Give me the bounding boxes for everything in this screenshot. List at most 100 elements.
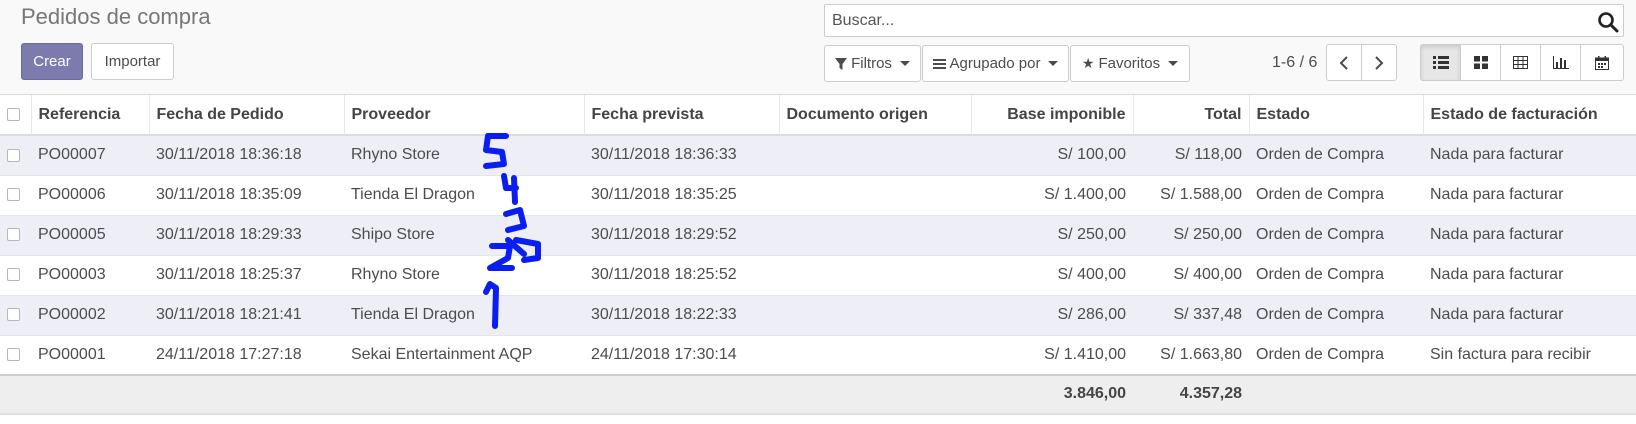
table-cell: Orden de Compra: [1249, 175, 1423, 216]
row-checkbox[interactable]: [7, 268, 20, 282]
table-row[interactable]: PO00007 30/11/2018 18:36:18 Rhyno Store 30/…: [0, 135, 1636, 176]
row-checkbox[interactable]: [7, 228, 20, 242]
row-checkbox[interactable]: [7, 348, 20, 362]
create-button[interactable]: Crear: [21, 43, 83, 80]
row-checkbox[interactable]: [7, 308, 20, 322]
column-header[interactable]: Fecha prevista: [584, 95, 780, 136]
pager-previous-button[interactable]: [1326, 44, 1362, 81]
table-cell: Tienda El Dragon: [344, 175, 584, 216]
group-by-button[interactable]: Agrupado por: [922, 45, 1069, 82]
table-cell: Orden de Compra: [1249, 335, 1423, 376]
table-row[interactable]: PO00001 24/11/2018 17:27:18 Sekai Entertai…: [0, 335, 1636, 376]
table-row[interactable]: PO00006 30/11/2018 18:35:09 Tienda El Drag…: [0, 175, 1636, 216]
table-footer-row: 3.846,00 4.357,28: [0, 374, 1636, 414]
table-cell: Rhyno Store: [344, 135, 584, 176]
column-header[interactable]: Estado: [1249, 95, 1424, 136]
table-cell: S/ 400,00: [1133, 255, 1249, 296]
total-amount: 4.357,28: [1133, 374, 1249, 414]
row-checkbox[interactable]: [7, 188, 20, 202]
page-title: Pedidos de compra: [21, 4, 211, 29]
table-cell: Nada para facturar: [1423, 135, 1636, 176]
row-select-cell[interactable]: [0, 335, 31, 376]
search-box[interactable]: [824, 4, 1624, 37]
search-input[interactable]: [825, 5, 1585, 36]
table-cell: S/ 118,00: [1133, 135, 1249, 176]
table-cell: Orden de Compra: [1249, 135, 1423, 176]
table-cell: 30/11/2018 18:35:09: [149, 175, 344, 216]
table-cell: Sekai Entertainment AQP: [344, 335, 584, 376]
table-cell: [779, 135, 971, 176]
table-cell: S/ 286,00: [971, 295, 1133, 336]
table-row[interactable]: PO00002 30/11/2018 18:21:41 Tienda El Drag…: [0, 295, 1636, 336]
row-select-cell[interactable]: [0, 255, 31, 296]
table-cell: 30/11/2018 18:22:33: [584, 295, 779, 336]
table-cell: 30/11/2018 18:25:52: [584, 255, 779, 296]
table-cell: PO00006: [31, 175, 149, 216]
pivot-view-button[interactable]: [1500, 44, 1541, 81]
table-cell: S/ 100,00: [971, 135, 1133, 176]
column-header[interactable]: Total: [1133, 95, 1250, 136]
table-cell: Nada para facturar: [1423, 255, 1636, 296]
chevron-right-icon: [1375, 55, 1384, 70]
table-icon: [1513, 56, 1528, 69]
group-by-label: Agrupado por: [949, 55, 1041, 72]
bottom-divider: [0, 414, 1636, 424]
row-select-cell[interactable]: [0, 215, 31, 256]
table-header-row: Referencia Fecha de Pedido Proveedor Fec…: [0, 95, 1636, 136]
pager-value: 1-6 / 6: [1272, 54, 1318, 71]
graph-view-button[interactable]: [1540, 44, 1581, 81]
column-header[interactable]: Base imponible: [971, 95, 1134, 136]
table-cell: S/ 1.588,00: [1133, 175, 1249, 216]
table-cell: 30/11/2018 18:35:25: [584, 175, 779, 216]
column-header[interactable]: Proveedor: [344, 95, 585, 136]
row-checkbox[interactable]: [7, 148, 20, 162]
table-cell: Sin factura para recibir: [1423, 335, 1636, 376]
column-header[interactable]: Estado de facturación: [1423, 95, 1636, 136]
filters-label: Filtros: [851, 55, 892, 72]
table-row[interactable]: PO00003 30/11/2018 18:25:37 Rhyno Store 30/…: [0, 255, 1636, 296]
table-cell: S/ 1.400,00: [971, 175, 1133, 216]
table-cell: Nada para facturar: [1423, 295, 1636, 336]
filters-button[interactable]: Filtros: [824, 45, 921, 82]
star-icon: ★: [1081, 55, 1095, 71]
table-cell: S/ 337,48: [1133, 295, 1249, 336]
table-cell: [779, 175, 971, 216]
caret-down-icon: [899, 61, 910, 66]
table-cell: Rhyno Store: [344, 255, 584, 296]
row-select-cell[interactable]: [0, 295, 31, 336]
table-cell: 24/11/2018 17:30:14: [584, 335, 779, 376]
list-view-button[interactable]: [1420, 44, 1461, 81]
pager-next-button[interactable]: [1361, 44, 1397, 81]
table-cell: PO00007: [31, 135, 149, 176]
table-cell: PO00003: [31, 255, 149, 296]
total-base-imponible: 3.846,00: [971, 374, 1133, 414]
table-row[interactable]: PO00005 30/11/2018 18:29:33 Shipo Store 30/…: [0, 215, 1636, 256]
select-all-cell[interactable]: [0, 95, 32, 136]
favorites-label: Favoritos: [1098, 55, 1161, 72]
chevron-left-icon: [1339, 55, 1348, 70]
table-cell: Tienda El Dragon: [344, 295, 584, 336]
table-cell: 30/11/2018 18:36:18: [149, 135, 344, 176]
search-icon[interactable]: [1597, 11, 1619, 33]
select-all-checkbox[interactable]: [7, 107, 20, 121]
column-header[interactable]: Documento origen: [779, 95, 972, 136]
column-header[interactable]: Fecha de Pedido: [149, 95, 345, 136]
favorites-button[interactable]: ★ Favoritos: [1070, 45, 1190, 82]
row-select-cell[interactable]: [0, 135, 31, 176]
calendar-icon: [1595, 55, 1609, 70]
table-cell: Shipo Store: [344, 215, 584, 256]
kanban-view-button[interactable]: [1460, 44, 1501, 81]
table-cell: Nada para facturar: [1423, 215, 1636, 256]
table-cell: [779, 335, 971, 376]
import-button[interactable]: Importar: [91, 43, 174, 80]
column-header[interactable]: Referencia: [31, 95, 150, 136]
table-cell: PO00005: [31, 215, 149, 256]
table-cell: [779, 255, 971, 296]
table-cell: PO00002: [31, 295, 149, 336]
bars-icon: [932, 58, 946, 69]
row-select-cell[interactable]: [0, 175, 31, 216]
calendar-view-button[interactable]: [1580, 44, 1624, 81]
table-cell: 24/11/2018 17:27:18: [149, 335, 344, 376]
table-cell: S/ 250,00: [971, 215, 1133, 256]
list-icon: [1432, 56, 1449, 69]
